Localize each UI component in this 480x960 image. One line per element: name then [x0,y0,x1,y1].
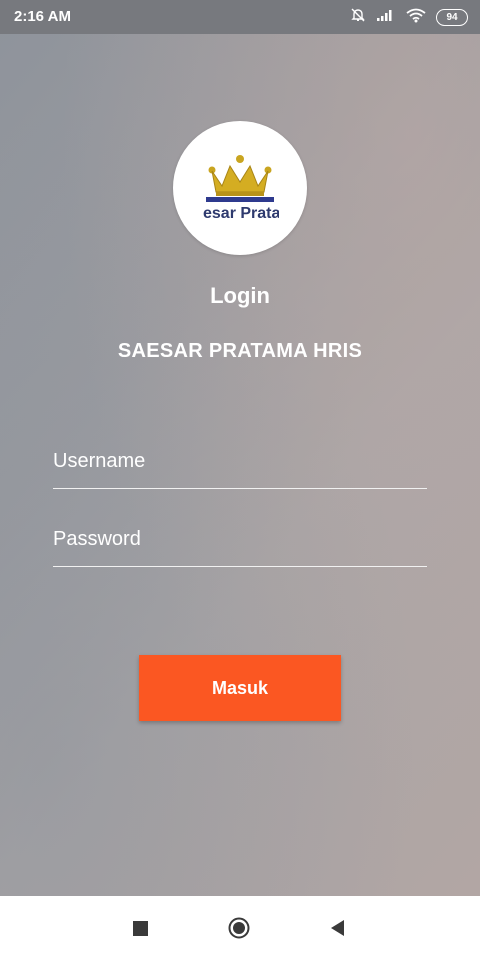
battery-level: 94 [446,11,458,23]
password-field [53,520,427,567]
username-field [53,442,427,489]
logo-underline [206,197,274,202]
logo-text: esar Pratai [203,205,279,222]
status-icons: 94 [350,7,468,28]
battery-icon: 94 [436,9,468,26]
back-icon[interactable] [329,919,345,937]
company-logo: esar Pratai [173,121,307,255]
masuk-button[interactable]: Masuk [139,655,341,721]
page-title: Login [210,283,270,308]
recents-icon[interactable] [133,921,148,936]
home-icon[interactable] [228,917,250,939]
status-time: 2:16 AM [14,8,71,25]
navigation-bar [0,896,480,960]
mute-icon [350,7,366,28]
status-bar: 2:16 AM 94 [0,0,480,34]
password-input[interactable] [53,528,427,551]
wifi-icon [406,8,426,28]
signal-icon [376,8,396,27]
username-input[interactable] [53,450,427,473]
crown-icon [208,154,272,203]
app-name: SAESAR PRATAMA HRIS [117,340,363,362]
